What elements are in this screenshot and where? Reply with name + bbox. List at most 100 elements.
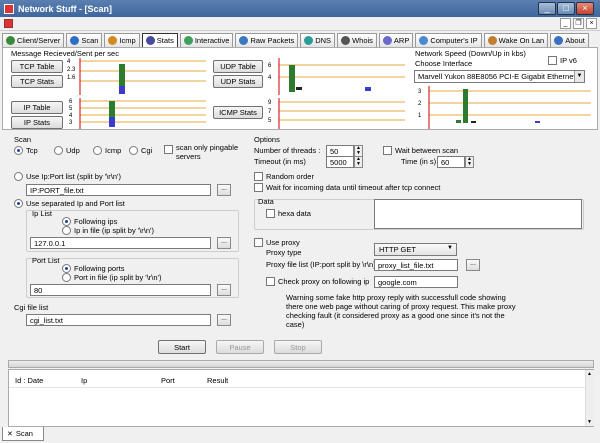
timeout-stepper[interactable]: ▲ ▼ xyxy=(354,156,363,168)
mdi-restore-button[interactable]: ❐ xyxy=(573,18,584,29)
doc-icon xyxy=(4,19,13,28)
close-tab-icon[interactable]: ✕ xyxy=(7,430,13,438)
scroll-down-icon[interactable]: ▼ xyxy=(587,419,592,425)
ipport-browse-button[interactable]: ... xyxy=(217,184,231,196)
tab-icmp[interactable]: Icmp xyxy=(104,33,140,47)
wake-on-lan-icon xyxy=(487,36,497,45)
ipv6-label: IP v6 xyxy=(560,56,577,65)
tab-client-server[interactable]: Client/Server xyxy=(2,33,65,47)
radio-separated-list[interactable] xyxy=(14,199,23,208)
results-list[interactable]: Id : Date Ip Port Result ▲ ▼ xyxy=(8,369,594,427)
maximize-button[interactable]: □ xyxy=(557,2,575,15)
radio-tcp[interactable] xyxy=(14,146,23,155)
client-server-icon xyxy=(6,36,15,45)
proxy-file-input[interactable]: proxy_list_file.txt xyxy=(374,259,458,271)
tab-whois[interactable]: Whois xyxy=(337,33,377,47)
column-header[interactable]: Ip xyxy=(81,376,87,385)
wait-between-checkbox[interactable] xyxy=(383,146,392,155)
radio-following-ports[interactable] xyxy=(62,264,71,273)
proxy-browse-button[interactable]: ... xyxy=(466,259,480,271)
data-textarea[interactable] xyxy=(374,199,582,229)
tab-interactive[interactable]: Interactive xyxy=(179,33,234,47)
use-proxy-checkbox[interactable] xyxy=(254,238,263,247)
cgi-file-input[interactable]: cgi_list.txt xyxy=(26,314,211,326)
mdi-close-button[interactable]: × xyxy=(586,18,597,29)
tab-arp[interactable]: ARP xyxy=(378,33,414,47)
tick-label: 1.6 xyxy=(67,75,76,81)
pause-button[interactable]: Pause xyxy=(216,340,264,354)
column-header[interactable]: Result xyxy=(207,376,228,385)
cgi-browse-button[interactable]: ... xyxy=(217,314,231,326)
pingable-checkbox[interactable] xyxy=(164,145,173,154)
ip-browse-button[interactable]: ... xyxy=(217,237,231,249)
radio-following-ips[interactable] xyxy=(62,217,71,226)
received-bar xyxy=(119,64,125,86)
close-button[interactable]: × xyxy=(576,2,594,15)
column-header[interactable]: Id : Date xyxy=(15,376,43,385)
proxy-type-select[interactable]: HTTP GET ▼ xyxy=(374,243,457,256)
choose-interface-label: Choose Interface xyxy=(415,59,473,68)
check-proxy-checkbox[interactable] xyxy=(266,277,275,286)
stats-icon xyxy=(145,36,155,45)
mdi-bar: _ ❐ × xyxy=(0,17,600,31)
ip-stats-button[interactable]: IP Stats xyxy=(11,116,63,129)
icmp-stats-button[interactable]: ICMP Stats xyxy=(213,106,263,119)
wait-incoming-label: Wait for incoming data until timeout aft… xyxy=(266,183,441,192)
proxy-warning-text: Warning some fake http proxy reply with … xyxy=(286,293,516,329)
ip-table-button[interactable]: IP Table xyxy=(11,101,63,114)
time-stepper[interactable]: ▲ ▼ xyxy=(465,156,474,168)
ipv6-checkbox[interactable] xyxy=(548,56,557,65)
vertical-scrollbar[interactable]: ▲ ▼ xyxy=(585,370,594,426)
udp-table-button[interactable]: UDP Table xyxy=(213,60,263,73)
tab-raw-packets[interactable]: Raw Packets xyxy=(235,33,299,47)
column-header[interactable]: Port xyxy=(161,376,175,385)
scroll-up-icon[interactable]: ▲ xyxy=(587,371,592,377)
down-bar xyxy=(463,89,468,123)
icmp-chart: 9 7 5 xyxy=(265,97,405,129)
radio-tcp-label: Tcp xyxy=(26,146,38,155)
wait-incoming-checkbox[interactable] xyxy=(254,183,263,192)
stop-button[interactable]: Stop xyxy=(274,340,322,354)
radio-icmp[interactable] xyxy=(93,146,102,155)
radio-cgi[interactable] xyxy=(129,146,138,155)
proxy-type-value: HTTP GET xyxy=(379,245,416,254)
tab-stats[interactable]: Stats xyxy=(141,33,178,47)
tab-wake-on-lan[interactable]: Wake On Lan xyxy=(483,33,549,47)
check-proxy-ip-input[interactable]: google.com xyxy=(374,276,458,288)
hexa-checkbox[interactable] xyxy=(266,209,275,218)
chevron-down-icon[interactable]: ▼ xyxy=(574,71,584,82)
port-browse-button[interactable]: ... xyxy=(217,284,231,296)
start-button[interactable]: Start xyxy=(158,340,206,354)
radio-port-in-file[interactable] xyxy=(62,273,71,282)
up-bar xyxy=(471,121,476,123)
timeout-input[interactable]: 5000 xyxy=(326,156,354,168)
tab-computers-ip[interactable]: Computer's IP xyxy=(415,33,482,47)
tick-label: 7 xyxy=(268,109,272,115)
chevron-down-icon: ▼ xyxy=(447,245,453,251)
minimize-button[interactable]: _ xyxy=(538,2,556,15)
bottom-tab-scan[interactable]: ✕ Scan xyxy=(2,427,44,441)
interface-select[interactable]: Marvell Yukon 88E8056 PCI-E Gigabit Ethe… xyxy=(414,70,585,83)
port-list-input[interactable]: 80 xyxy=(30,284,211,296)
tab-about[interactable]: About xyxy=(550,33,589,47)
received-bar xyxy=(109,101,115,117)
tick-label: 4 xyxy=(67,59,71,65)
timeout-label: Timeout (in ms) xyxy=(254,157,306,166)
tcp-stats-button[interactable]: TCP Stats xyxy=(11,75,63,88)
ipport-file-input[interactable]: IP:PORT_file.txt xyxy=(26,184,211,196)
radio-icmp-label: Icmp xyxy=(105,146,122,155)
mdi-minimize-button[interactable]: _ xyxy=(560,18,571,29)
radio-ip-in-file[interactable] xyxy=(62,226,71,235)
radio-udp[interactable] xyxy=(54,146,63,155)
ip-list-input[interactable]: 127.0.0.1 xyxy=(30,237,211,249)
radio-ipport-list[interactable] xyxy=(14,172,23,181)
time-input[interactable]: 60 xyxy=(437,156,465,168)
tick-label: 3 xyxy=(69,120,73,126)
tcp-chart: 4 2.3 1.6 xyxy=(66,57,206,95)
random-order-checkbox[interactable] xyxy=(254,172,263,181)
tab-dns[interactable]: DNS xyxy=(300,33,336,47)
check-proxy-label: Check proxy on following ip xyxy=(278,277,370,286)
tab-scan[interactable]: Scan xyxy=(66,33,103,47)
udp-stats-button[interactable]: UDP Stats xyxy=(213,75,263,88)
tcp-table-button[interactable]: TCP Table xyxy=(11,60,63,73)
